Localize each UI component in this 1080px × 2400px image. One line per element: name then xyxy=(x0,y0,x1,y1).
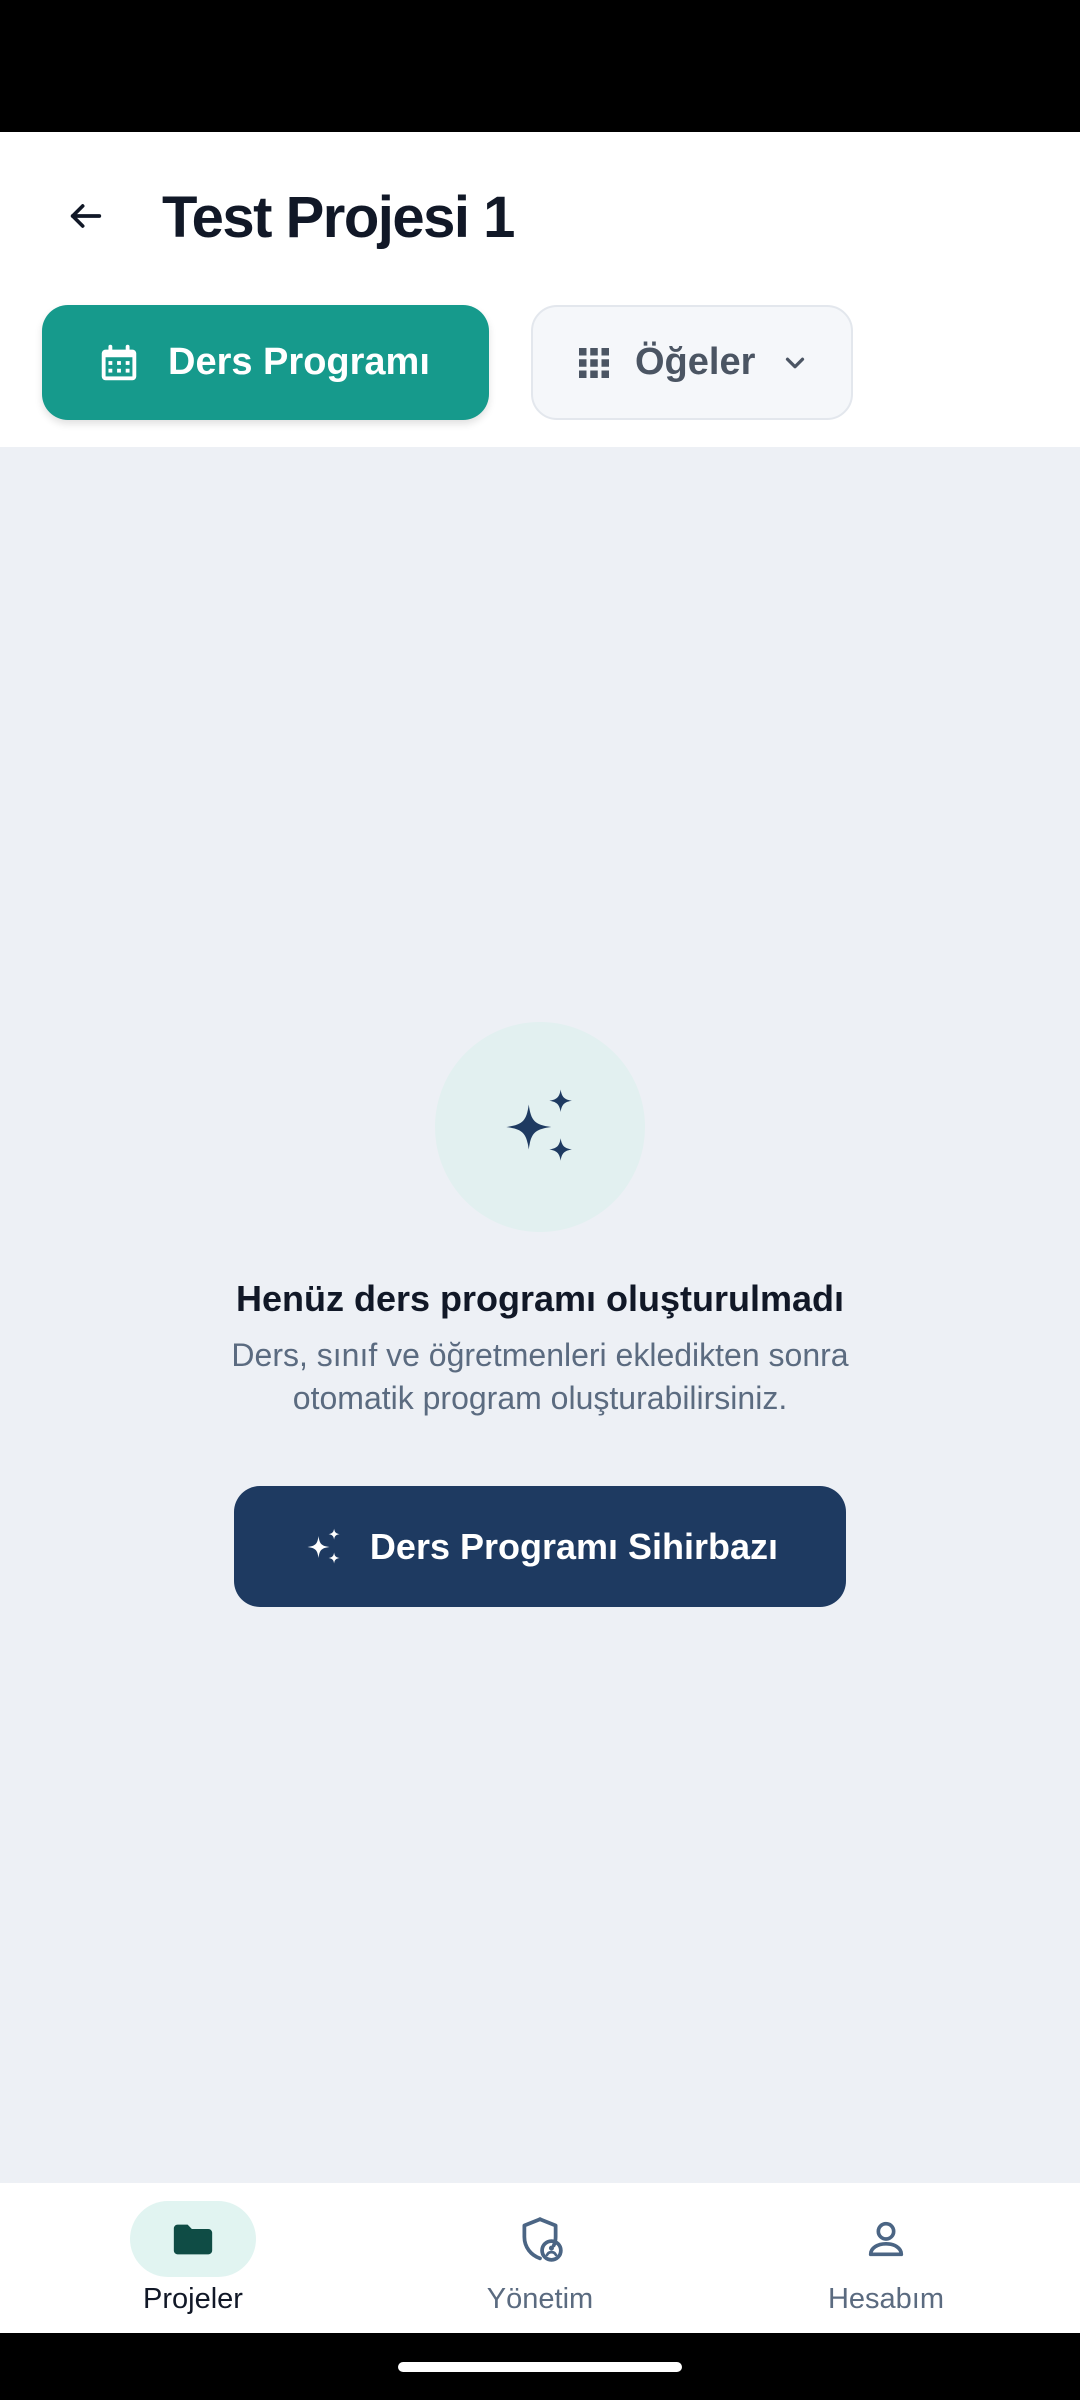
empty-state-icon-circle xyxy=(435,1022,645,1232)
schedule-wizard-button[interactable]: Ders Programı Sihirbazı xyxy=(234,1486,846,1607)
nav-item-management[interactable]: Yönetim xyxy=(440,2201,640,2321)
nav-item-account[interactable]: Hesabım xyxy=(786,2201,986,2321)
tab-schedule[interactable]: Ders Programı xyxy=(42,305,489,420)
gesture-bar[interactable] xyxy=(398,2362,682,2372)
chevron-down-icon xyxy=(779,347,811,379)
folder-icon xyxy=(173,2224,213,2255)
back-button[interactable] xyxy=(52,182,120,250)
nav-item-label: Yönetim xyxy=(486,2283,594,2315)
bottom-nav: Projeler Yönetim Hesabım xyxy=(0,2183,1080,2333)
sparkles-icon xyxy=(506,1089,572,1161)
nav-item-label: Hesabım xyxy=(827,2283,945,2315)
nav-item-projects-pill xyxy=(130,2201,256,2277)
schedule-wizard-label: Ders Programı Sihirbazı xyxy=(369,1525,779,1567)
nav-item-management-pill xyxy=(477,2201,603,2277)
nav-item-label: Projeler xyxy=(143,2283,243,2315)
status-bar xyxy=(0,0,1080,132)
tab-items-dropdown[interactable]: Öğeler xyxy=(531,305,853,420)
calendar-icon xyxy=(96,340,142,386)
sparkles-icon xyxy=(302,1525,346,1569)
arrow-left-icon xyxy=(70,204,102,228)
nav-item-projects[interactable]: Projeler xyxy=(93,2201,293,2321)
shield-user-icon xyxy=(522,2217,563,2262)
tab-schedule-label: Ders Programı xyxy=(168,341,430,383)
person-icon xyxy=(868,2221,904,2257)
nav-item-account-pill xyxy=(823,2201,949,2277)
page-title: Test Projesi 1 xyxy=(162,185,515,250)
grid-icon xyxy=(575,344,613,382)
empty-state-title: Henüz ders programı oluşturulmadı xyxy=(235,1278,845,1319)
empty-state-description: Ders, sınıf ve öğretmenleri ekledikten s… xyxy=(231,1337,849,1416)
tab-items-label: Öğeler xyxy=(635,341,756,383)
